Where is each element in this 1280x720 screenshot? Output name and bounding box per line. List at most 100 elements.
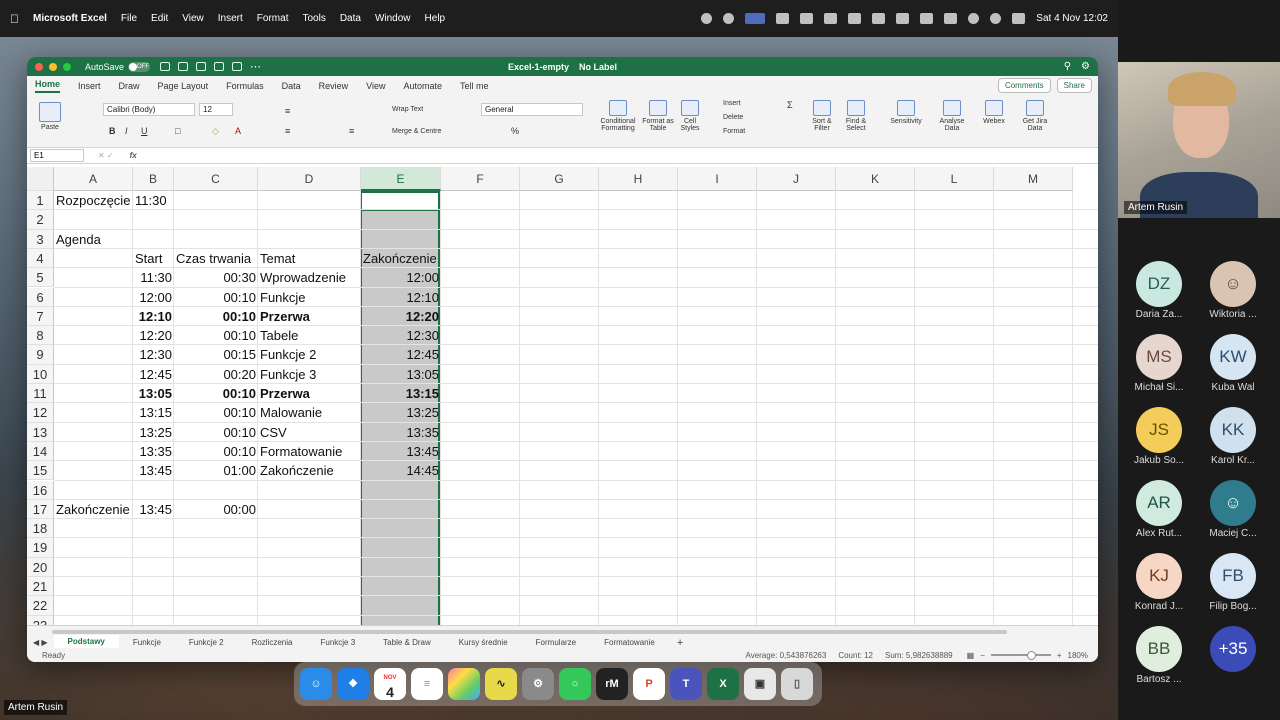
calendar-icon[interactable]: NOV 4: [374, 668, 406, 700]
cell-B1[interactable]: 11:30: [135, 191, 172, 210]
cell-B13[interactable]: 13:25: [135, 423, 172, 442]
cell-C11[interactable]: 00:10: [176, 384, 256, 403]
delete-cells-button[interactable]: Delete: [723, 114, 743, 121]
column-header-K[interactable]: K: [836, 167, 915, 191]
cell-E11[interactable]: 13:15: [363, 384, 439, 403]
align-left-icon[interactable]: ≡: [285, 126, 290, 136]
menu-help[interactable]: Help: [425, 13, 446, 24]
row-header-23[interactable]: 23: [27, 615, 54, 625]
cell-styles-button[interactable]: Cell Styles: [675, 100, 705, 132]
participant-tile[interactable]: FB Filip Bog...: [1198, 553, 1268, 612]
reminders-icon[interactable]: ≡: [411, 668, 443, 700]
excel-icon[interactable]: X: [707, 668, 739, 700]
cell-D15[interactable]: Zakończenie: [260, 461, 359, 480]
row-header-1[interactable]: 1: [27, 191, 54, 211]
row-header-22[interactable]: 22: [27, 596, 54, 616]
cell-D14[interactable]: Formatowanie: [260, 442, 359, 461]
cell-C17[interactable]: 00:00: [176, 500, 256, 519]
cell-D10[interactable]: Funkcje 3: [260, 365, 359, 384]
row-header-10[interactable]: 10: [27, 364, 54, 384]
conditional-formatting-button[interactable]: Conditional Formatting: [597, 100, 639, 132]
webex-button[interactable]: Webex: [977, 100, 1011, 125]
menu-window[interactable]: Window: [375, 13, 411, 24]
column-header-G[interactable]: G: [520, 167, 599, 191]
cell-C9[interactable]: 00:15: [176, 345, 256, 364]
cell-C14[interactable]: 00:10: [176, 442, 256, 461]
paste-button[interactable]: Paste: [35, 102, 65, 131]
sensitivity-label[interactable]: No Label: [579, 62, 617, 72]
participant-tile[interactable]: BB Bartosz ...: [1124, 626, 1194, 685]
share-button[interactable]: Share: [1056, 78, 1092, 93]
cell-E8[interactable]: 12:30: [363, 326, 439, 345]
row-header-12[interactable]: 12: [27, 403, 54, 423]
record-icon[interactable]: [800, 13, 814, 24]
wrap-text-button[interactable]: Wrap Text: [392, 106, 423, 113]
cell-C12[interactable]: 00:10: [176, 403, 256, 422]
italic-button[interactable]: I: [125, 126, 128, 136]
cell-C15[interactable]: 01:00: [176, 461, 256, 480]
sheet-nav-arrows[interactable]: ◀ ▶: [27, 638, 54, 647]
sensitivity-button[interactable]: Sensitivity: [887, 100, 925, 125]
autosave-control[interactable]: AutoSave OFF: [85, 61, 151, 72]
row-header-13[interactable]: 13: [27, 422, 54, 442]
row-header-19[interactable]: 19: [27, 538, 54, 558]
cell-C8[interactable]: 00:10: [176, 326, 256, 345]
menu-edit[interactable]: Edit: [151, 13, 168, 24]
row-header-20[interactable]: 20: [27, 557, 54, 577]
row-header-21[interactable]: 21: [27, 577, 54, 597]
participant-tile[interactable]: KW Kuba Wal: [1198, 334, 1268, 393]
participant-tile[interactable]: +35: [1198, 626, 1268, 674]
bold-button[interactable]: B: [109, 126, 116, 136]
merge-centre-button[interactable]: Merge & Centre: [392, 128, 441, 135]
zoom-window-button[interactable]: [63, 62, 71, 71]
cell-B14[interactable]: 13:35: [135, 442, 172, 461]
tab-automate[interactable]: Automate: [404, 81, 443, 91]
cell-D4[interactable]: Temat: [260, 249, 359, 268]
jira-button[interactable]: Get Jira Data: [1017, 100, 1053, 132]
wifi-icon[interactable]: [896, 13, 910, 24]
tab-review[interactable]: Review: [319, 81, 349, 91]
cell-B7[interactable]: 12:10: [135, 307, 172, 326]
share-settings-icon[interactable]: ⚙: [1081, 61, 1090, 72]
redo-icon[interactable]: [232, 62, 243, 71]
cell-E10[interactable]: 13:05: [363, 365, 439, 384]
messages-icon[interactable]: ○: [559, 668, 591, 700]
tab-draw[interactable]: Draw: [119, 81, 140, 91]
participant-tile[interactable]: KK Karol Kr...: [1198, 407, 1268, 466]
cell-B15[interactable]: 13:45: [135, 461, 172, 480]
cell-B12[interactable]: 13:15: [135, 403, 172, 422]
photos-icon[interactable]: [448, 668, 480, 700]
camera-status-icon[interactable]: [701, 13, 713, 24]
sort-filter-button[interactable]: Sort & Filter: [807, 100, 837, 132]
add-sheet-button[interactable]: +: [669, 637, 691, 649]
trash-icon[interactable]: ▯: [781, 668, 813, 700]
cell-B8[interactable]: 12:20: [135, 326, 172, 345]
finder-icon[interactable]: ☺: [300, 668, 332, 700]
participant-tile[interactable]: KJ Konrad J...: [1124, 553, 1194, 612]
notification-icon[interactable]: [1012, 13, 1026, 24]
zoom-out-button[interactable]: −: [980, 651, 985, 660]
more-icon[interactable]: ⋯: [250, 60, 261, 73]
cell-E6[interactable]: 12:10: [363, 288, 439, 307]
cell-C5[interactable]: 00:30: [176, 268, 256, 287]
column-header-M[interactable]: M: [994, 167, 1073, 191]
comments-button[interactable]: Comments: [997, 78, 1051, 93]
autosave-toggle[interactable]: OFF: [128, 61, 151, 72]
cell-B11[interactable]: 13:05: [135, 384, 172, 403]
cell-B5[interactable]: 11:30: [135, 268, 172, 287]
preview-icon[interactable]: ▣: [744, 668, 776, 700]
volume-icon[interactable]: [848, 13, 862, 24]
participant-tile[interactable]: MS Michał Si...: [1124, 334, 1194, 393]
select-all-corner[interactable]: [27, 167, 54, 191]
participant-tile[interactable]: ☺ Maciej C...: [1198, 480, 1268, 539]
tab-insert[interactable]: Insert: [78, 81, 101, 91]
activity-icon[interactable]: ∿: [485, 668, 517, 700]
active-cell[interactable]: [360, 191, 440, 211]
settings-icon[interactable]: ⚙: [522, 668, 554, 700]
cell-B4[interactable]: Start: [135, 249, 172, 268]
cell-B17[interactable]: 13:45: [135, 500, 172, 519]
cell-D5[interactable]: Wprowadzenie: [260, 268, 359, 287]
underline-button[interactable]: U: [141, 126, 148, 136]
row-header-14[interactable]: 14: [27, 441, 54, 462]
safari-icon[interactable]: ❖: [337, 668, 369, 700]
